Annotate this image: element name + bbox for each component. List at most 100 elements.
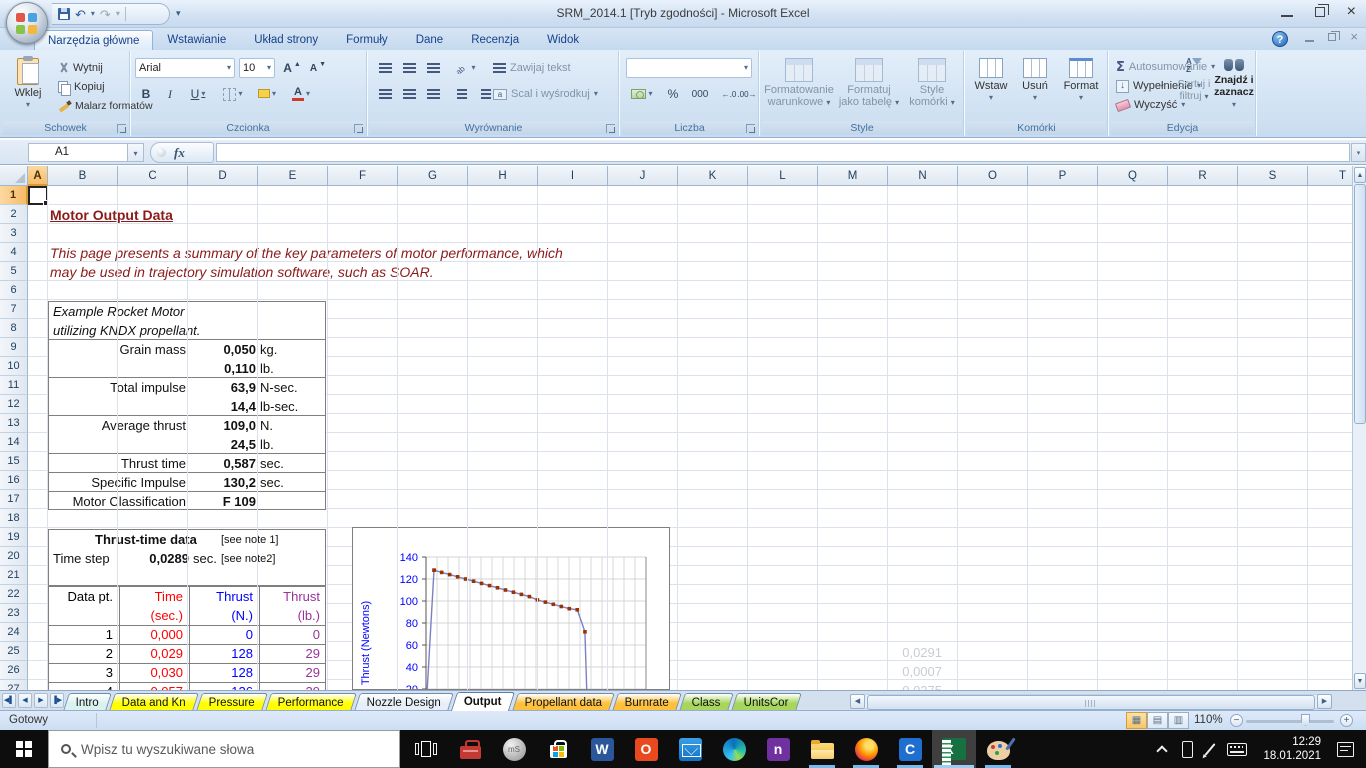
tray-chevron-icon[interactable]	[1156, 744, 1169, 757]
paste-button[interactable]: Wklej ▾	[5, 54, 51, 118]
name-box[interactable]: A1	[28, 143, 128, 162]
grow-font-button[interactable]: A ▲	[280, 57, 304, 79]
row-header-18[interactable]: 18	[0, 509, 28, 528]
sheet-tab-output[interactable]: Output	[450, 692, 515, 711]
ribbon-tab-recenzja[interactable]: Recenzja	[457, 29, 533, 50]
sheet-tab-performance[interactable]: Performance	[265, 693, 357, 711]
italic-button[interactable]: I	[159, 83, 181, 105]
zoom-in-button[interactable]: +	[1340, 714, 1353, 727]
ribbon-tab-widok[interactable]: Widok	[533, 29, 593, 50]
sheet-tab-unitscor[interactable]: UnitsCor	[730, 693, 802, 711]
thrust-chart-object[interactable]: 20 40 60 80 100 120 140 Thrust (Newtons)	[352, 527, 670, 690]
row-header-6[interactable]: 6	[0, 281, 28, 300]
workbook-restore-button[interactable]	[1328, 31, 1341, 41]
font-dialog-launcher-icon[interactable]	[354, 124, 363, 133]
taskbar-app-office[interactable]: O	[624, 730, 668, 768]
column-header-K[interactable]: K	[678, 166, 748, 186]
taskbar-app-edge[interactable]	[712, 730, 756, 768]
prev-sheet-button[interactable]: ◀	[18, 693, 32, 708]
taskbar-app-gray-sphere[interactable]: mS	[492, 730, 536, 768]
vertical-scrollbar[interactable]: ▲ ▼	[1352, 166, 1366, 690]
taskbar-clock[interactable]: 12:29 18.01.2021	[1263, 735, 1321, 763]
page-layout-view-button[interactable]: ▤	[1147, 712, 1168, 729]
insert-function-button[interactable]: fx	[150, 142, 214, 163]
row-header-9[interactable]: 9	[0, 338, 28, 357]
start-button[interactable]	[0, 730, 48, 768]
formula-input[interactable]	[216, 143, 1350, 162]
row-header-24[interactable]: 24	[0, 623, 28, 642]
taskbar-app-toolbox[interactable]	[448, 730, 492, 768]
cut-button[interactable]: Wytnij	[56, 59, 105, 77]
ribbon-tab-narz-dzia-g-wne[interactable]: Narzędzia główne	[34, 30, 154, 51]
column-header-O[interactable]: O	[958, 166, 1028, 186]
first-sheet-button[interactable]: ◀▌	[2, 693, 16, 708]
row-header-26[interactable]: 26	[0, 661, 28, 680]
scroll-right-icon[interactable]: ▶	[1317, 693, 1332, 709]
alignment-dialog-launcher-icon[interactable]	[606, 124, 615, 133]
workbook-close-button[interactable]: ×	[1350, 30, 1358, 43]
accounting-format-button[interactable]: ▾	[626, 83, 658, 105]
sheet-tab-class[interactable]: Class	[679, 693, 734, 711]
row-header-2[interactable]: 2	[0, 205, 28, 224]
row-header-20[interactable]: 20	[0, 547, 28, 566]
font-name-combo[interactable]: Arial ▾	[135, 58, 235, 78]
row-header-19[interactable]: 19	[0, 528, 28, 547]
taskbar-app-paint[interactable]	[976, 730, 1020, 768]
row-header-8[interactable]: 8	[0, 319, 28, 338]
notification-center-icon[interactable]	[1337, 741, 1354, 757]
column-header-D[interactable]: D	[188, 166, 258, 186]
name-box-dropdown-icon[interactable]: ▾	[128, 143, 144, 162]
zoom-out-button[interactable]: −	[1230, 714, 1243, 727]
column-header-P[interactable]: P	[1028, 166, 1098, 186]
font-size-combo[interactable]: 10 ▾	[239, 58, 275, 78]
decrease-decimal-button[interactable]: .00→	[736, 83, 758, 105]
format-cells-button[interactable]: Format ▾	[1058, 54, 1104, 118]
column-header-Q[interactable]: Q	[1098, 166, 1168, 186]
phone-icon[interactable]	[1182, 740, 1194, 758]
formula-bar-expand-icon[interactable]: ▾	[1351, 143, 1366, 162]
workbook-minimize-button[interactable]	[1305, 40, 1315, 42]
column-header-B[interactable]: B	[48, 166, 118, 186]
taskbar-app-onenote[interactable]: n	[756, 730, 800, 768]
select-all-corner[interactable]	[0, 166, 28, 186]
horizontal-scrollbar[interactable]: ◀ ▶	[850, 693, 1332, 710]
ribbon-tab-formu-y[interactable]: Formuły	[332, 29, 402, 50]
font-color-button[interactable]: A ▾	[286, 83, 316, 105]
row-header-4[interactable]: 4	[0, 243, 28, 262]
conditional-formatting-button[interactable]: Formatowanie warunkowe ▾	[763, 54, 835, 118]
sheet-tab-data-and-kn[interactable]: Data and Kn	[109, 693, 199, 711]
next-sheet-button[interactable]: ▶	[34, 693, 48, 708]
fill-color-button[interactable]: ▾	[252, 83, 282, 105]
close-button[interactable]: ×	[1347, 4, 1356, 20]
page-break-view-button[interactable]: ▥	[1168, 712, 1189, 729]
row-header-27[interactable]: 27	[0, 680, 28, 690]
column-header-N[interactable]: N	[888, 166, 958, 186]
taskbar-app-ccleaner[interactable]: C	[888, 730, 932, 768]
row-header-7[interactable]: 7	[0, 300, 28, 319]
last-sheet-button[interactable]: ▐▶	[50, 693, 64, 708]
column-header-J[interactable]: J	[608, 166, 678, 186]
taskbar-app-excel[interactable]: X	[932, 730, 976, 768]
column-header-F[interactable]: F	[328, 166, 398, 186]
row-header-12[interactable]: 12	[0, 395, 28, 414]
align-right-button[interactable]	[422, 83, 444, 105]
row-header-13[interactable]: 13	[0, 414, 28, 433]
ribbon-tab-dane[interactable]: Dane	[402, 29, 458, 50]
taskbar-app-word[interactable]: W	[580, 730, 624, 768]
taskbar-app-store[interactable]	[536, 730, 580, 768]
row-header-3[interactable]: 3	[0, 224, 28, 243]
align-top-button[interactable]	[374, 57, 396, 79]
merge-center-button[interactable]: a Scal i wyśrodkuj ▾	[491, 85, 600, 103]
sheet-tab-propellant-data[interactable]: Propellant data	[511, 693, 615, 711]
sheet-tab-burnrate[interactable]: Burnrate	[612, 693, 683, 711]
column-header-C[interactable]: C	[118, 166, 188, 186]
align-center-button[interactable]	[398, 83, 420, 105]
sort-filter-button[interactable]: Sortuj ifiltruj ▾	[1172, 56, 1216, 102]
sheet-tab-nozzle-design[interactable]: Nozzle Design	[353, 693, 454, 711]
align-bottom-button[interactable]	[422, 57, 444, 79]
restore-button[interactable]	[1314, 4, 1329, 17]
zoom-level[interactable]: 110%	[1194, 714, 1223, 726]
touch-keyboard-icon[interactable]	[1227, 742, 1248, 756]
insert-cells-button[interactable]: Wstaw ▾	[970, 54, 1012, 118]
format-as-table-button[interactable]: Formatuj jako tabelę ▾	[837, 54, 901, 118]
